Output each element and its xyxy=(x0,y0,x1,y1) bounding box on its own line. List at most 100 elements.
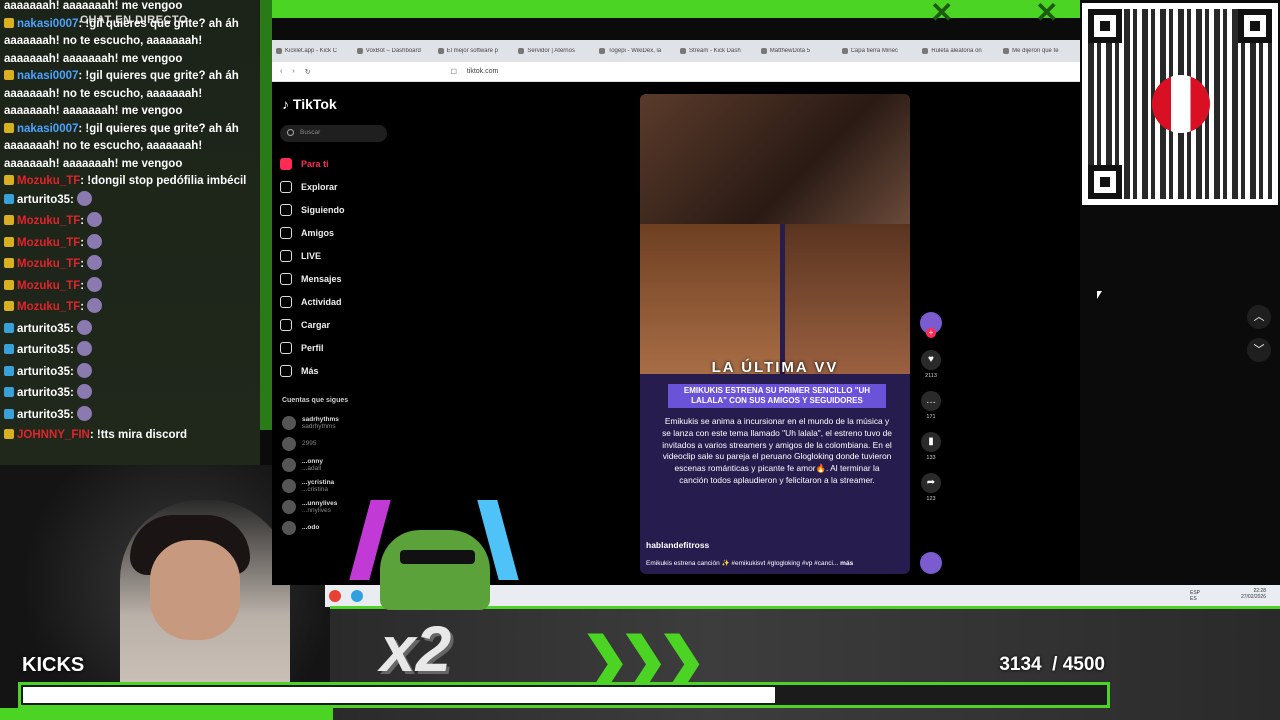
reload-icon[interactable]: ↻ xyxy=(305,68,311,76)
forward-icon[interactable]: › xyxy=(292,68,294,75)
chat-username[interactable]: nakasi0007 xyxy=(17,123,78,135)
browser-tab[interactable]: Ruleta aleatoria on xyxy=(922,48,999,54)
video-frame-left xyxy=(640,224,780,374)
chat-username[interactable]: Mozuku_TF xyxy=(17,237,80,249)
browser-tab-strip: Kicklet.app - Kick C VoxBot – Dashboard El… xyxy=(272,40,1080,62)
chat-username[interactable]: arturito35 xyxy=(17,387,70,399)
action-count: 2113 xyxy=(925,373,937,379)
chat-username[interactable]: arturito35 xyxy=(17,194,70,206)
tab-favicon-icon xyxy=(356,48,363,54)
video-player[interactable]: LA ÚLTIMA VV EMIKUKIS ESTRENA SU PRIMER … xyxy=(640,94,910,574)
url-text[interactable]: tiktok.com xyxy=(467,68,499,75)
action-heart[interactable]: ♥ 2113 xyxy=(916,350,946,391)
chat-text: : xyxy=(70,365,74,378)
nav-item-amigos[interactable]: Amigos xyxy=(280,221,390,244)
chat-badge-icon xyxy=(4,344,14,354)
search-input[interactable]: Buscar xyxy=(280,125,387,142)
chat-message: Mozuku_TF: xyxy=(0,255,255,277)
chat-message: aaaaaaah! aaaaaaah! me vengoo xyxy=(0,0,255,16)
browser-tab[interactable]: Togepi - WikiDex, la xyxy=(599,48,676,54)
chevron-up-icon[interactable]: ︿ xyxy=(1247,305,1271,329)
chat-message: Mozuku_TF: !dongil stop pedófilia imbéci… xyxy=(0,173,255,191)
caption-more-link[interactable]: más xyxy=(840,560,853,567)
chat-username[interactable]: arturito35 xyxy=(17,366,70,378)
nav-label: Más xyxy=(301,365,319,376)
nav-item-explorar[interactable]: Explorar xyxy=(280,175,390,198)
heart-icon: ♥ xyxy=(921,350,941,370)
chat-username[interactable]: nakasi0007 xyxy=(17,70,78,82)
following-icon xyxy=(280,203,292,216)
chat-username[interactable]: Mozuku_TF xyxy=(17,301,80,313)
browser-tab[interactable]: VoxBot – Dashboard xyxy=(356,48,434,54)
chrome-icon[interactable] xyxy=(329,590,341,602)
tab-favicon-icon xyxy=(679,48,686,54)
browser-tab[interactable]: Kicklet.app - Kick C xyxy=(276,48,353,54)
tab-favicon-icon xyxy=(922,48,929,54)
chat-username[interactable]: arturito35 xyxy=(17,409,70,421)
nav-item-siguiendo[interactable]: Siguiendo xyxy=(280,198,390,221)
action-comment[interactable]: … 171 xyxy=(916,391,946,432)
following-item[interactable]: ...unnylives ...nnylives xyxy=(282,496,339,517)
following-item[interactable]: ...onny ...adall xyxy=(282,454,339,475)
home-icon xyxy=(280,157,292,170)
chat-username[interactable]: arturito35 xyxy=(17,344,70,356)
action-bookmark[interactable]: ▮ 133 xyxy=(916,432,946,473)
following-names: ...unnylives ...nnylives xyxy=(302,500,337,514)
video-username[interactable]: hablandefitross xyxy=(646,540,709,550)
chat-username[interactable]: arturito35 xyxy=(17,323,70,335)
nav-item-mensajes[interactable]: Mensajes xyxy=(280,267,390,290)
goal-current: 3134 xyxy=(999,654,1042,675)
qr-finder xyxy=(1088,9,1122,43)
following-item[interactable]: 2995 xyxy=(282,433,339,454)
browser-tab[interactable]: Stream - Kick Dash xyxy=(679,48,757,54)
browser-tab[interactable]: Capa tierra Minec xyxy=(841,48,919,54)
chat-text: : !dongil stop pedófilia imbécil xyxy=(80,175,247,187)
chat-text: : xyxy=(70,408,74,421)
browser-tab[interactable]: MatthewDota 5 xyxy=(760,48,838,54)
bookmark-page-icon[interactable]: ☐ xyxy=(451,68,457,76)
tab-favicon-icon xyxy=(599,48,606,54)
tab-label: MatthewDota 5 xyxy=(769,48,811,54)
tab-favicon-icon xyxy=(437,48,444,54)
browser-tab[interactable]: Me dijeron que te xyxy=(1003,48,1080,54)
nav-item-perfil[interactable]: Perfil xyxy=(280,336,390,359)
chat-badge-icon xyxy=(4,70,14,80)
chat-username[interactable]: nakasi0007 xyxy=(17,18,78,30)
following-item[interactable]: sadrhythms sadrhythms xyxy=(282,412,339,433)
following-item[interactable]: ...ycristina ...cristina xyxy=(282,475,339,496)
chat-message: JOHNNY_FIN: !tts mira discord xyxy=(0,427,255,445)
following-names: ...onny ...adall xyxy=(302,458,323,472)
nav-item-cargar[interactable]: Cargar xyxy=(280,313,390,336)
chat-message: nakasi0007: !gil quieres que grite? ah á… xyxy=(0,16,255,69)
qr-finder xyxy=(1238,9,1272,43)
back-icon[interactable]: ‹ xyxy=(280,68,282,75)
chat-username[interactable]: Mozuku_TF xyxy=(17,175,80,187)
address-bar[interactable]: ‹ › ↻ ☐ tiktok.com xyxy=(272,62,1080,82)
chevron-down-icon[interactable]: ﹀ xyxy=(1247,338,1271,362)
tiktok-logo[interactable]: ♪ TikTok xyxy=(282,96,337,112)
browser-tab[interactable]: El mejor software p xyxy=(437,48,515,54)
follow-plus-icon[interactable]: + xyxy=(926,328,936,338)
nav-item-más[interactable]: Más xyxy=(280,359,390,382)
following-item[interactable]: ...odo xyxy=(282,517,339,538)
tab-label: Togepi - WikiDex, la xyxy=(608,48,662,54)
tab-label: Me dijeron que te xyxy=(1012,48,1059,54)
chat-username[interactable]: Mozuku_TF xyxy=(17,280,80,292)
chat-username[interactable]: Mozuku_TF xyxy=(17,215,80,227)
browser-tab[interactable]: Servidor | Aternos xyxy=(518,48,595,54)
chat-username[interactable]: Mozuku_TF xyxy=(17,258,80,270)
frame-x-decoration: ✕ xyxy=(1035,0,1059,28)
nav-item-live[interactable]: LIVE xyxy=(280,244,390,267)
language-indicator[interactable]: ESP ES xyxy=(1190,590,1200,602)
music-disc-icon[interactable] xyxy=(920,552,942,574)
action-share[interactable]: ➦ 123 xyxy=(916,473,946,514)
chat-username[interactable]: JOHNNY_FIN xyxy=(17,429,90,441)
clock[interactable]: 22:28 27/02/2026 xyxy=(1241,588,1266,600)
chat-message: arturito35: xyxy=(0,319,255,342)
chat-text: : xyxy=(80,258,85,270)
nav-item-para-ti[interactable]: Para ti xyxy=(280,152,390,175)
chat-text: : xyxy=(70,387,74,399)
nav-label: Cargar xyxy=(301,319,331,330)
nav-label: Para ti xyxy=(301,158,329,169)
nav-item-actividad[interactable]: Actividad xyxy=(280,290,390,313)
